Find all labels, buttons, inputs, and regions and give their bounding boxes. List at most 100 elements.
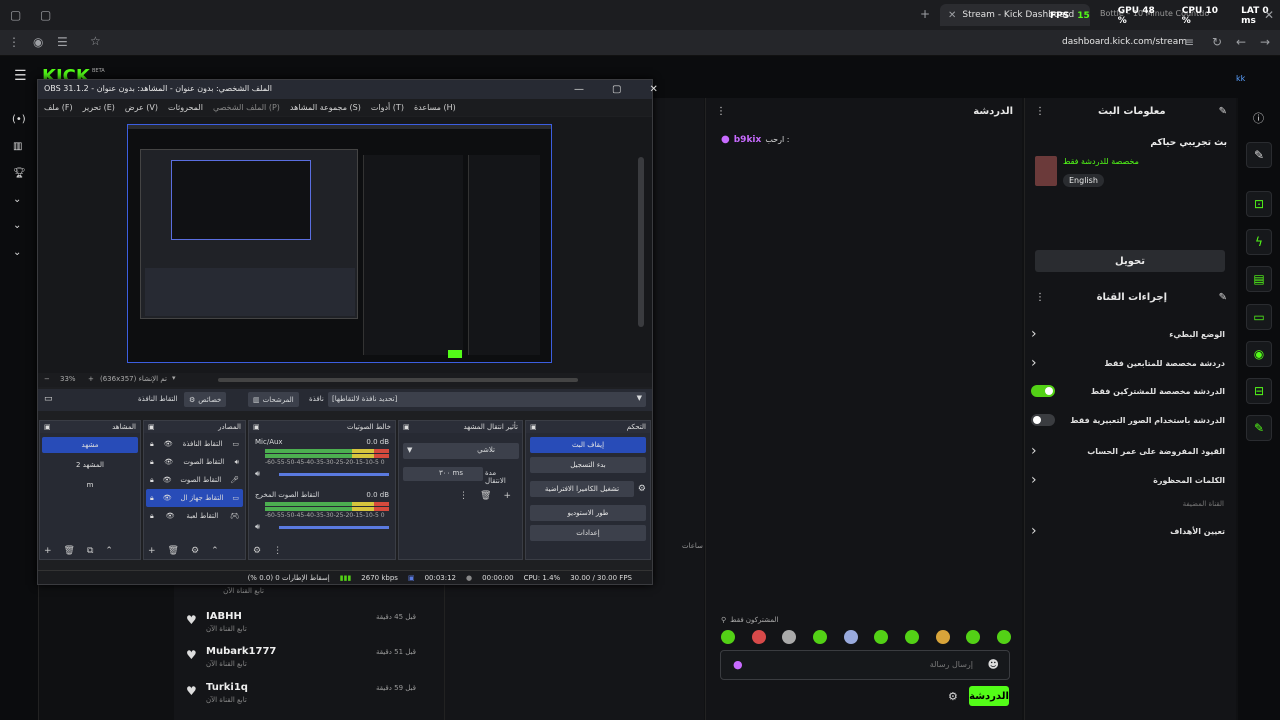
action-banned-words[interactable]: › الكلمات المحظورة bbox=[1031, 472, 1225, 488]
studio-mode-button[interactable]: طور الاستوديو bbox=[530, 505, 646, 521]
menu-view[interactable]: عرض (V) bbox=[125, 103, 158, 112]
dock-options-icon[interactable]: ▣ bbox=[530, 423, 537, 431]
filters-button[interactable]: ▥ المرشحات bbox=[248, 392, 299, 407]
dock-options-icon[interactable]: ▣ bbox=[403, 423, 410, 431]
edit-pencil-icon[interactable]: ✎ bbox=[1219, 106, 1227, 117]
window-minimize-icon[interactable]: — bbox=[574, 84, 584, 95]
obs-preview-area[interactable] bbox=[38, 117, 652, 373]
transition-select[interactable]: ▼ تلاشي bbox=[403, 443, 519, 459]
window-close-icon[interactable]: ✕ bbox=[1264, 8, 1274, 22]
menu-file[interactable]: ملف (F) bbox=[44, 103, 73, 112]
more-options-icon[interactable]: ⋮ bbox=[273, 546, 282, 556]
action-slow-mode[interactable]: › الوضع البطيء bbox=[1031, 326, 1225, 342]
source-item[interactable]: 🔒︎ 👁︎ التقاط الصوت 🔊︎ bbox=[146, 453, 243, 471]
trophy-icon[interactable]: 🏆︎ bbox=[13, 168, 26, 179]
emote[interactable] bbox=[812, 630, 827, 644]
live-icon[interactable]: (•) bbox=[12, 114, 26, 125]
chat-bubble-icon[interactable]: ▭ bbox=[1246, 304, 1272, 330]
dock-options-icon[interactable]: ▣ bbox=[253, 423, 260, 431]
action-account-age[interactable]: › القيود المفروضة على عمر الحساب bbox=[1031, 443, 1225, 459]
speaker-icon[interactable]: 🔊︎ bbox=[255, 469, 260, 479]
zoom-in-icon[interactable]: + bbox=[88, 375, 94, 383]
action-emotes-only[interactable]: الدردشة باستخدام الصور التعبيرية فقط bbox=[1031, 414, 1225, 426]
speaker-icon[interactable]: 🔊︎ bbox=[255, 522, 260, 532]
gear-icon[interactable]: ⚙ bbox=[191, 546, 199, 556]
emote[interactable] bbox=[874, 630, 889, 644]
dock-options-icon[interactable]: ▣ bbox=[148, 423, 155, 431]
properties-button[interactable]: ⚙ خصائص bbox=[184, 392, 227, 407]
trash-icon[interactable]: 🗑︎ bbox=[168, 546, 179, 556]
pencil-icon[interactable]: ✎ bbox=[1246, 142, 1272, 168]
action-followers-only[interactable]: › دردشة مخصصة للمتابعين فقط bbox=[1031, 355, 1225, 371]
window-menu-icon[interactable]: ▢ bbox=[10, 8, 21, 22]
more-options-icon[interactable]: ⋮ bbox=[1035, 292, 1045, 303]
mixer-settings-icon[interactable]: ⚙ bbox=[253, 546, 261, 556]
forward-icon[interactable]: ← bbox=[1236, 35, 1246, 49]
chat-send-button[interactable]: الدردشة bbox=[969, 686, 1009, 706]
zoom-out-icon[interactable]: − bbox=[44, 375, 50, 383]
microphone-icon[interactable]: ● bbox=[733, 658, 743, 671]
url-field[interactable]: dashboard.kick.com/stream bbox=[1062, 37, 1187, 47]
source-item[interactable]: 🔒︎ 👁︎ التقاط النافذة ▭ bbox=[146, 435, 243, 453]
settings-button[interactable]: إعدادات bbox=[530, 525, 646, 541]
window-close-icon[interactable]: ✕ bbox=[649, 84, 657, 95]
subscribers-only-toggle[interactable] bbox=[1031, 385, 1055, 397]
info-icon[interactable]: ⓘ bbox=[1253, 110, 1264, 126]
emote[interactable] bbox=[843, 630, 858, 644]
action-subscribers-only[interactable]: الدردشة مخصصة للمشتركين فقط bbox=[1031, 385, 1225, 397]
chevron-up-icon[interactable]: ⌃ bbox=[105, 546, 113, 556]
more-options-icon[interactable]: ⋮ bbox=[459, 491, 468, 501]
menu-tools[interactable]: أدوات (T) bbox=[371, 103, 404, 112]
preview-canvas[interactable] bbox=[127, 124, 552, 363]
emoji-icon[interactable]: ☻ bbox=[988, 658, 999, 671]
emote[interactable] bbox=[996, 630, 1011, 644]
tune-icon[interactable]: ≡ bbox=[1184, 35, 1194, 49]
chevron-down-icon[interactable]: ⌄ bbox=[13, 194, 21, 205]
chevron-up-icon[interactable]: ⌃ bbox=[211, 546, 219, 556]
stream-category[interactable]: مخصصة للدردشة فقط bbox=[1063, 157, 1139, 166]
stop-streaming-button[interactable]: إيقاف البث bbox=[530, 437, 646, 453]
add-icon[interactable]: + bbox=[148, 546, 156, 556]
layout-icon[interactable]: ⊟ bbox=[1246, 378, 1272, 404]
chevron-down-icon[interactable]: ⌄ bbox=[13, 220, 21, 231]
preview-scrollbar[interactable] bbox=[218, 378, 578, 382]
scene-item[interactable]: m bbox=[42, 477, 138, 493]
scene-item[interactable]: مشهد bbox=[42, 437, 138, 453]
action-set-goals[interactable]: › تعيين الأهداف bbox=[1031, 523, 1225, 539]
new-tab-icon[interactable]: + bbox=[920, 7, 930, 21]
menu-icon[interactable]: ⋮ bbox=[8, 35, 20, 49]
tool-icon[interactable]: ✎ bbox=[1219, 292, 1227, 303]
category-thumbnail[interactable] bbox=[1035, 156, 1057, 186]
stats-icon[interactable]: ▥ bbox=[13, 141, 22, 152]
source-item[interactable]: 🔒︎ 👁︎ التقاط الصوت 🎤︎ bbox=[146, 471, 243, 489]
reader-icon[interactable]: ☰ bbox=[57, 35, 68, 49]
start-recording-button[interactable]: بدء التسجيل bbox=[530, 457, 646, 473]
more-options-icon[interactable]: ⋮ bbox=[1035, 106, 1045, 117]
virtual-camera-button[interactable]: تشغيل الكاميرا الافتراضية bbox=[530, 481, 634, 497]
source-item[interactable]: 🔒︎ 👁︎ التقاط لعبة 🎮︎ bbox=[146, 507, 243, 525]
scene-item[interactable]: المشهد 2 bbox=[42, 457, 138, 473]
menu-edit[interactable]: تحرير (E) bbox=[83, 103, 115, 112]
gear-icon[interactable]: ⚙ bbox=[638, 484, 646, 494]
menu-help[interactable]: مساعدة (H) bbox=[414, 103, 456, 112]
window-select[interactable]: [تحديد نافذة لالتقاطها] ▼ bbox=[328, 392, 646, 407]
profile-icon[interactable]: ◉ bbox=[33, 35, 43, 49]
settings-gear-icon[interactable]: ⚙ bbox=[948, 690, 958, 703]
emote[interactable] bbox=[966, 630, 981, 644]
menu-scene-collection[interactable]: مجموعة المشاهد (S) bbox=[290, 103, 361, 112]
emote[interactable] bbox=[721, 630, 735, 644]
emote[interactable] bbox=[751, 630, 766, 644]
capture-icon[interactable]: ⊡ bbox=[1246, 191, 1272, 217]
lightning-icon[interactable]: ϟ bbox=[1246, 229, 1272, 255]
menu-profile[interactable]: الملف الشخصي (P) bbox=[213, 103, 280, 112]
edit-stream-button[interactable]: تحويل bbox=[1035, 250, 1225, 272]
volume-slider[interactable] bbox=[279, 472, 389, 476]
broadcast-icon[interactable]: ◉ bbox=[1246, 341, 1272, 367]
close-tab-icon[interactable]: ✕ bbox=[948, 10, 956, 21]
more-options-icon[interactable]: ⋮ bbox=[716, 106, 726, 117]
trash-icon[interactable]: 🗑︎ bbox=[64, 546, 75, 556]
dock-options-icon[interactable]: ▣ bbox=[44, 423, 51, 431]
chat-username[interactable]: b9kix bbox=[734, 135, 762, 145]
bookmark-star-icon[interactable]: ☆ bbox=[90, 34, 101, 48]
source-item[interactable]: 🔒︎ 👁︎ التقاط جهاز ال ▭ bbox=[146, 489, 243, 507]
